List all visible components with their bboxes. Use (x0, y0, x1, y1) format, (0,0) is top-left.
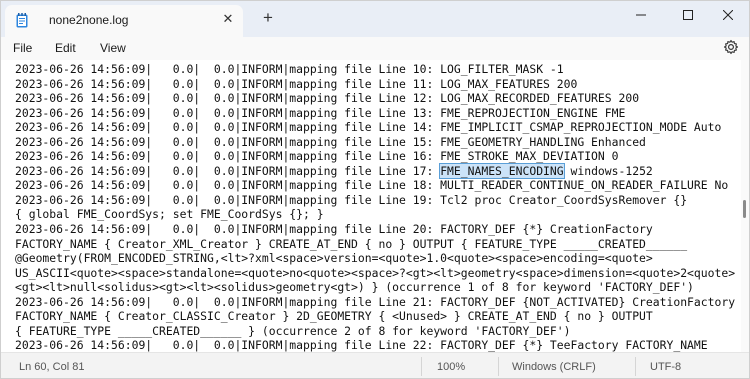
line-suffix: windows-1252 (563, 163, 653, 178)
menu-bar: File Edit View (1, 37, 749, 60)
status-divider (421, 357, 422, 376)
close-tab-icon[interactable]: ✕ (221, 12, 235, 26)
tab-title: none2none.log (49, 13, 129, 27)
editor-line: 2023-06-26 14:56:09| 0.0| 0.0|INFORM|map… (15, 134, 646, 149)
editor-line-selected: 2023-06-26 14:56:09| 0.0| 0.0|INFORM|map… (15, 162, 735, 179)
encoding[interactable]: UTF-8 (650, 361, 681, 373)
editor-line: 2023-06-26 14:56:09| 0.0| 0.0|INFORM|map… (15, 338, 708, 352)
notepad-icon (16, 13, 28, 28)
text-selection: FME_NAMES_ENCODING (439, 162, 565, 179)
menu-edit[interactable]: Edit (55, 41, 76, 55)
editor-lines: 2023-06-26 14:56:09| 0.0| 0.0|INFORM|map… (15, 62, 735, 352)
editor-line: @Geometry(FROM_ENCODED_STRING,<lt>?xml<s… (15, 251, 653, 266)
editor-line: { FEATURE_TYPE _____CREATED______ } (occ… (15, 323, 571, 338)
zoom-level[interactable]: 100% (437, 361, 465, 373)
editor-line: FACTORY_NAME { Creator_CLASSIC_Creator }… (15, 309, 653, 324)
line-ending[interactable]: Windows (CRLF) (512, 361, 596, 373)
editor-line: 2023-06-26 14:56:09| 0.0| 0.0|INFORM|map… (15, 76, 578, 91)
line-prefix: 2023-06-26 14:56:09| 0.0| 0.0|INFORM|map… (15, 163, 441, 178)
cursor-position: Ln 60, Col 81 (19, 361, 85, 373)
menu-file[interactable]: File (13, 41, 32, 55)
minimize-icon[interactable] (618, 1, 664, 29)
editor-line: 2023-06-26 14:56:09| 0.0| 0.0|INFORM|map… (15, 105, 626, 120)
editor-line: 2023-06-26 14:56:09| 0.0| 0.0|INFORM|map… (15, 149, 619, 164)
editor-line: US_ASCII<quote><space>standalone=<quote>… (15, 265, 736, 280)
editor-line: 2023-06-26 14:56:09| 0.0| 0.0|INFORM|map… (15, 120, 722, 135)
new-tab-plus-icon[interactable]: + (260, 9, 276, 26)
editor-line: FACTORY_NAME { Creator_XML_Creator } CRE… (15, 236, 688, 251)
editor-line: 2023-06-26 14:56:09| 0.0| 0.0|INFORM|map… (15, 294, 736, 309)
notepad-window: none2none.log ✕ + File Edit View 2023-06… (0, 0, 750, 379)
tab-none2none-log[interactable]: none2none.log ✕ (5, 5, 243, 37)
status-bar: Ln 60, Col 81 100% Windows (CRLF) UTF-8 (1, 352, 749, 378)
editor-line: { global FME_CoordSys; set FME_CoordSys … (15, 207, 324, 222)
window-close-icon[interactable] (705, 1, 749, 29)
status-divider (498, 357, 499, 376)
text-editor[interactable]: 2023-06-26 14:56:09| 0.0| 0.0|INFORM|map… (1, 60, 741, 352)
editor-line: 2023-06-26 14:56:09| 0.0| 0.0|INFORM|map… (15, 91, 640, 106)
scrollbar-thumb[interactable] (743, 200, 746, 218)
editor-line: 2023-06-26 14:56:09| 0.0| 0.0|INFORM|map… (15, 222, 653, 237)
editor-line: 2023-06-26 14:56:09| 0.0| 0.0|INFORM|map… (15, 62, 564, 76)
status-divider (635, 357, 636, 376)
menu-view[interactable]: View (100, 41, 126, 55)
gear-icon[interactable] (723, 39, 739, 55)
editor-line: <gt><lt>null<solidus><gt><lt><solidus>ge… (15, 280, 694, 295)
editor-line: 2023-06-26 14:56:09| 0.0| 0.0|INFORM|map… (15, 192, 688, 207)
title-bar: none2none.log ✕ + (1, 1, 749, 37)
vertical-scrollbar[interactable] (741, 60, 749, 352)
editor-line: 2023-06-26 14:56:09| 0.0| 0.0|INFORM|map… (15, 178, 729, 193)
